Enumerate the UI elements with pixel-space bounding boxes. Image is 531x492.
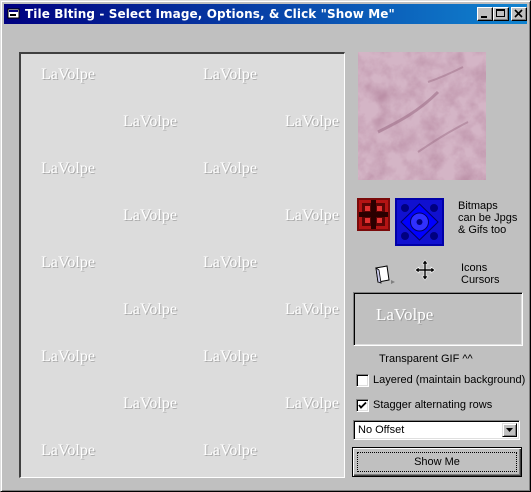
watermark-tile: LaVolpe [41, 160, 95, 177]
icons-note: Icons Cursors [461, 262, 511, 286]
watermark-tile: LaVolpe [285, 113, 339, 130]
show-me-button[interactable]: Show Me [352, 447, 522, 477]
bitmap-red-thumbnail[interactable] [357, 198, 390, 231]
layered-label[interactable]: Layered (maintain background) [373, 374, 525, 386]
watermark-tile: LaVolpe [285, 301, 339, 318]
maximize-button[interactable] [493, 7, 509, 21]
bitmaps-note: Bitmaps can be Jpgs & Gifs too [458, 200, 518, 236]
maximize-icon [496, 9, 505, 17]
app-icon[interactable] [7, 7, 21, 21]
watermark-tile: LaVolpe [123, 113, 177, 130]
preview-image[interactable] [358, 52, 486, 180]
transparent-gif-text: LaVolpe [376, 305, 434, 324]
app-window: Tile Blting - Select Image, Options, & C… [0, 0, 531, 492]
icons-label: Icons [461, 262, 488, 274]
watermark-tile: LaVolpe [203, 66, 257, 83]
move-cursor-icon[interactable] [414, 259, 436, 281]
watermark-tile: LaVolpe [203, 348, 257, 365]
minimize-icon [481, 16, 487, 18]
show-me-label: Show Me [414, 456, 460, 468]
watermark-tile: LaVolpe [203, 442, 257, 459]
watermark-tile: LaVolpe [285, 207, 339, 224]
window-title: Tile Blting - Select Image, Options, & C… [25, 7, 395, 21]
layered-checkbox[interactable] [356, 374, 369, 387]
close-button[interactable] [511, 7, 527, 21]
transparent-gif-caption: Transparent GIF ^^ [379, 353, 473, 365]
chevron-down-icon [506, 428, 513, 432]
transparent-gif-preview[interactable]: LaVolpe [353, 292, 523, 346]
minimize-button[interactable] [477, 7, 493, 21]
watermark-tile: LaVolpe [123, 395, 177, 412]
cursors-label: Cursors [461, 274, 500, 286]
offset-select-value: No Offset [358, 424, 405, 436]
close-icon [514, 9, 523, 18]
watermark-tile: LaVolpe [41, 442, 95, 459]
watermark-tile: LaVolpe [203, 160, 257, 177]
stagger-label[interactable]: Stagger alternating rows [373, 399, 492, 411]
watermark-tile: LaVolpe [203, 254, 257, 271]
folder-icon[interactable] [373, 263, 399, 285]
watermark-tile: LaVolpe [123, 207, 177, 224]
watermark-tile: LaVolpe [41, 254, 95, 271]
bitmap-blue-thumbnail[interactable] [395, 198, 444, 246]
offset-dropdown-button[interactable] [502, 423, 517, 437]
watermark-tile: LaVolpe [123, 301, 177, 318]
watermark-tile: LaVolpe [41, 66, 95, 83]
tile-display-panel[interactable]: LaVolpe LaVolpe LaVolpe LaVolpe LaVolpe LaVol… [19, 52, 345, 478]
watermark-tile: LaVolpe [41, 348, 95, 365]
stagger-checkbox[interactable] [356, 399, 369, 412]
checkmark-icon [358, 401, 367, 409]
offset-select[interactable]: No Offset [353, 420, 520, 440]
title-bar[interactable]: Tile Blting - Select Image, Options, & C… [4, 4, 527, 24]
watermark-tile: LaVolpe [285, 395, 339, 412]
